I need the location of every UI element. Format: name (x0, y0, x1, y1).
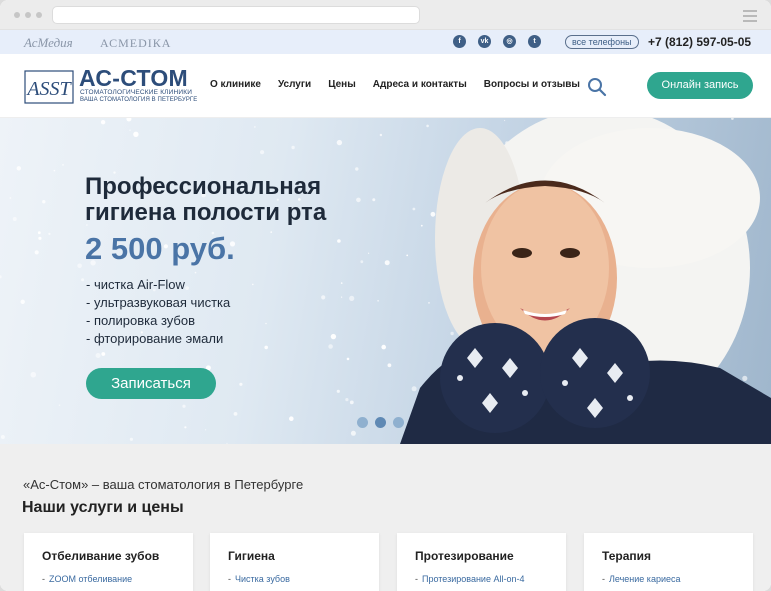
logo-tagline: ваша стоматология в петербурге (80, 97, 198, 103)
window-dot[interactable] (36, 12, 42, 18)
card-link[interactable]: - Протезирование All-on-4 (415, 574, 524, 584)
asmedia-logo[interactable]: АсМедия (24, 35, 73, 51)
signup-button[interactable]: Записаться (86, 368, 216, 399)
nav-services[interactable]: Услуги (278, 79, 311, 90)
card-title[interactable]: Терапия (602, 549, 651, 563)
slider-dot[interactable] (375, 417, 386, 428)
window-dot[interactable] (25, 12, 31, 18)
nav-reviews[interactable]: Вопросы и отзывы (484, 79, 580, 90)
list-item: - ультразвуковая чистка (86, 295, 231, 310)
card-title[interactable]: Протезирование (415, 549, 514, 563)
all-phones-button[interactable]: все телефоны (565, 35, 639, 49)
online-booking-button[interactable]: Онлайн запись (647, 72, 753, 99)
card-link[interactable]: - ZOOM отбеливание (42, 574, 132, 584)
hero-title: Профессиональная гигиена полости рта (85, 174, 405, 226)
slider-dot[interactable] (357, 417, 368, 428)
nav-prices[interactable]: Цены (328, 79, 356, 90)
logo-subtitle: стоматологические клиники (80, 89, 193, 96)
browser-menu-icon[interactable] (743, 10, 757, 25)
slider-pagination (357, 417, 404, 428)
service-card[interactable]: Терапия - Лечение кариеса (584, 533, 753, 591)
card-title[interactable]: Гигиена (228, 549, 275, 563)
card-title[interactable]: Отбеливание зубов (42, 549, 159, 563)
slider-dot[interactable] (393, 417, 404, 428)
logo-name[interactable]: АС-СТОМ (79, 65, 188, 92)
asmedika-logo[interactable]: АСМЕDIКА (100, 36, 171, 51)
main-nav: О клинике Услуги Цены Адреса и контакты … (210, 79, 597, 90)
section-subtitle: «Ас-Стом» – ваша стоматология в Петербур… (23, 477, 304, 492)
nav-contacts[interactable]: Адреса и контакты (373, 79, 467, 90)
hero-title-line: гигиена полости рта (85, 199, 327, 226)
list-item: - фторирование эмали (86, 331, 224, 346)
logo-mark-text: ASST (25, 78, 72, 100)
window-dot[interactable] (14, 12, 20, 18)
service-card[interactable]: Гигиена - Чистка зубов (210, 533, 379, 591)
top-bar: АсМедия АСМЕDIКА f vk ◎ t все телефоны +7 (… (0, 30, 771, 54)
services-section: «Ас-Стом» – ваша стоматология в Петербур… (0, 444, 771, 591)
list-item: - чистка Air-Flow (86, 277, 185, 292)
facebook-icon[interactable]: f (453, 35, 466, 48)
card-link[interactable]: - Чистка зубов (228, 574, 290, 584)
hero-title-line: Профессиональная (85, 173, 322, 200)
hero-feature-list: - чистка Air-Flow - ультразвуковая чистк… (86, 276, 230, 348)
browser-window: АсМедия АСМЕDIКА f vk ◎ t все телефоны +7 (… (0, 0, 771, 591)
card-link-text[interactable]: Лечение кариеса (609, 574, 681, 584)
twitter-icon[interactable]: t (528, 35, 541, 48)
card-link-text[interactable]: Чистка зубов (235, 574, 290, 584)
hero-slider: Профессиональная гигиена полости рта 2 5… (0, 118, 771, 444)
list-item: - полировка зубов (86, 313, 195, 328)
search-icon[interactable] (587, 77, 607, 97)
card-link-text[interactable]: ZOOM отбеливание (49, 574, 132, 584)
nav-about[interactable]: О клинике (210, 79, 261, 90)
instagram-icon[interactable]: ◎ (503, 35, 516, 48)
address-bar[interactable] (52, 6, 420, 24)
card-link-text[interactable]: Протезирование All-on-4 (422, 574, 524, 584)
logo-mark-icon[interactable]: ASST (24, 70, 74, 104)
card-link[interactable]: - Лечение кариеса (602, 574, 681, 584)
browser-toolbar (0, 0, 771, 30)
hero-price: 2 500 руб. (85, 231, 235, 266)
phone-number[interactable]: +7 (812) 597-05-05 (648, 35, 751, 49)
service-card[interactable]: Протезирование - Протезирование All-on-4 (397, 533, 566, 591)
hero-portrait-image (400, 118, 771, 444)
service-card[interactable]: Отбеливание зубов - ZOOM отбеливание (24, 533, 193, 591)
vk-icon[interactable]: vk (478, 35, 491, 48)
social-links: f vk ◎ t (453, 35, 541, 48)
section-title: Наши услуги и цены (22, 499, 184, 516)
window-controls (14, 12, 42, 18)
